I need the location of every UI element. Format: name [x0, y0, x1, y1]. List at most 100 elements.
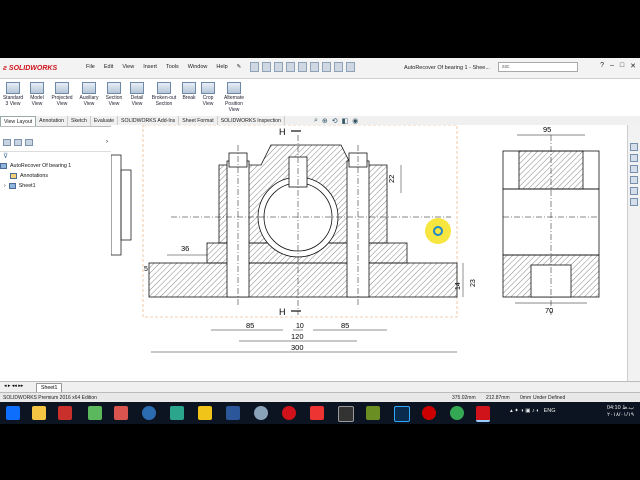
app-taskbar-icon-7[interactable]: [254, 406, 268, 420]
sheet-nav-icon[interactable]: ◂ ▸ ◂◂ ▸▸: [4, 383, 23, 389]
dim-22[interactable]: 22: [387, 175, 396, 183]
model-view-button[interactable]: Model View: [26, 79, 48, 121]
app-taskbar-icon-3[interactable]: [114, 406, 128, 420]
app-taskbar-icon-5[interactable]: [170, 406, 184, 420]
zoom-to-fit-icon[interactable]: ⌕: [314, 117, 318, 125]
clock[interactable]: 04:10 ب.ظ ۲۰۱۸/۰۱/۱۹: [607, 405, 634, 419]
feature-manager-panel: › ⊽ AutoRecover Of bearing 1 Annotations…: [0, 137, 112, 381]
standard-3-view-button[interactable]: Standard 3 View: [0, 79, 26, 121]
help-icon[interactable]: ?: [600, 62, 604, 70]
solidworks-taskbar-icon[interactable]: [282, 406, 296, 420]
dim-70[interactable]: 70: [545, 306, 553, 315]
menu-view[interactable]: View: [122, 64, 134, 70]
record-taskbar-icon[interactable]: [422, 406, 436, 420]
dim-95[interactable]: 95: [543, 125, 551, 134]
design-library-icon[interactable]: [630, 154, 638, 162]
detail-view-button[interactable]: Detail View: [126, 79, 148, 121]
expand-arrow-icon[interactable]: ›: [4, 181, 6, 191]
start-icon[interactable]: [6, 406, 20, 420]
options-icon[interactable]: [346, 62, 355, 72]
tab-sketch[interactable]: Sketch: [68, 116, 91, 126]
menu-insert[interactable]: Insert: [143, 64, 157, 70]
dim-36[interactable]: 36: [181, 244, 189, 253]
view-palette-icon[interactable]: [630, 176, 638, 184]
select-icon[interactable]: [310, 62, 319, 72]
panel-expand-icon[interactable]: ›: [106, 139, 108, 149]
file-explorer-icon[interactable]: [630, 165, 638, 173]
appearances-icon[interactable]: [630, 187, 638, 195]
property-manager-tab-icon[interactable]: [14, 139, 22, 146]
app-taskbar-icon-8[interactable]: [338, 406, 354, 422]
side-view: [502, 134, 600, 315]
sheet-icon: [8, 183, 16, 189]
print-icon[interactable]: [286, 62, 295, 72]
menu-help[interactable]: Help: [216, 64, 227, 70]
app-taskbar-icon-2[interactable]: [88, 406, 102, 420]
display-style-icon[interactable]: ◧: [342, 117, 349, 125]
feature-tree: AutoRecover Of bearing 1 Annotations › Sh…: [0, 161, 111, 191]
dim-10[interactable]: 10: [296, 323, 304, 330]
pdf-taskbar-icon[interactable]: [310, 406, 324, 420]
app-taskbar-icon-6[interactable]: [198, 406, 212, 420]
menu-tools[interactable]: Tools: [166, 64, 179, 70]
zoom-area-icon[interactable]: ⊕: [322, 117, 328, 125]
close-icon[interactable]: ✕: [630, 62, 636, 70]
dim-85-left[interactable]: 85: [246, 321, 254, 330]
tray-icons[interactable]: ▴ ✦ ◑ ▣ ♪ ◐: [510, 408, 540, 414]
ds-logo-icon: ƨ: [3, 64, 7, 72]
pin-icon[interactable]: ✎: [237, 64, 242, 70]
tab-annotation[interactable]: Annotation: [36, 116, 68, 126]
rebuild-icon[interactable]: [322, 62, 331, 72]
section-label-top[interactable]: H: [279, 127, 286, 137]
projected-view-button[interactable]: Projected View: [48, 79, 76, 121]
solidworks-active-taskbar-icon[interactable]: [476, 406, 490, 422]
photoshop-taskbar-icon[interactable]: [394, 406, 410, 422]
tree-annotations[interactable]: Annotations: [0, 171, 111, 181]
open-icon[interactable]: [262, 62, 271, 72]
menu-window[interactable]: Window: [188, 64, 208, 70]
file-explorer-taskbar-icon[interactable]: [32, 406, 46, 420]
alternate-position-view-button[interactable]: Alternate Position View: [218, 79, 250, 121]
custom-properties-icon[interactable]: [630, 198, 638, 206]
drawing-canvas[interactable]: H H 22 36 5 14 23 85 10 85 120 300 95 70: [110, 124, 627, 381]
solidworks-logo[interactable]: ƨ SOLIDWORKS: [3, 62, 57, 74]
chrome-taskbar-icon[interactable]: [450, 406, 464, 420]
dim-300[interactable]: 300: [291, 343, 304, 352]
previous-view-icon[interactable]: ⟲: [332, 117, 338, 125]
break-button[interactable]: Break: [180, 79, 198, 121]
dim-14[interactable]: 14: [455, 282, 462, 290]
dim-85-right[interactable]: 85: [341, 321, 349, 330]
section-label-bottom[interactable]: H: [279, 307, 286, 317]
auxiliary-view-button[interactable]: Auxiliary View: [76, 79, 102, 121]
maximize-icon[interactable]: □: [620, 62, 624, 70]
undo-icon[interactable]: [298, 62, 307, 72]
dim-120[interactable]: 120: [291, 332, 304, 341]
dim-23[interactable]: 23: [470, 279, 477, 287]
configuration-manager-tab-icon[interactable]: [25, 139, 33, 146]
app-taskbar-icon-4[interactable]: [142, 406, 156, 420]
feature-tree-tab-icon[interactable]: [3, 139, 11, 146]
dim-5[interactable]: 5: [144, 266, 148, 273]
menu-file[interactable]: File: [86, 64, 95, 70]
crop-view-button[interactable]: Crop View: [198, 79, 218, 121]
word-taskbar-icon[interactable]: [226, 406, 240, 420]
tree-root[interactable]: AutoRecover Of bearing 1: [0, 161, 111, 171]
hide-show-icon[interactable]: ◉: [352, 117, 358, 125]
file-properties-icon[interactable]: [334, 62, 343, 72]
save-icon[interactable]: [274, 62, 283, 72]
brand-label: SOLIDWORKS: [8, 64, 58, 72]
tree-sheet1[interactable]: › Sheet1: [0, 181, 111, 191]
app-taskbar-icon-1[interactable]: [58, 406, 72, 420]
app-taskbar-icon-9[interactable]: [366, 406, 380, 420]
tab-view-layout[interactable]: View Layout: [0, 116, 37, 126]
language-indicator[interactable]: ENG: [544, 408, 556, 414]
solidworks-resources-icon[interactable]: [630, 143, 638, 151]
minimize-icon[interactable]: –: [610, 62, 614, 70]
search-input[interactable]: ssc: [498, 62, 578, 72]
section-view-button[interactable]: Section View: [102, 79, 126, 121]
menu-edit[interactable]: Edit: [104, 64, 113, 70]
heads-up-view-toolbar: ⌕ ⊕ ⟲ ◧ ◉: [314, 117, 358, 125]
broken-out-section-button[interactable]: Broken-out Section: [148, 79, 180, 121]
filter-icon[interactable]: ⊽: [0, 152, 111, 161]
new-document-icon[interactable]: [250, 62, 259, 72]
